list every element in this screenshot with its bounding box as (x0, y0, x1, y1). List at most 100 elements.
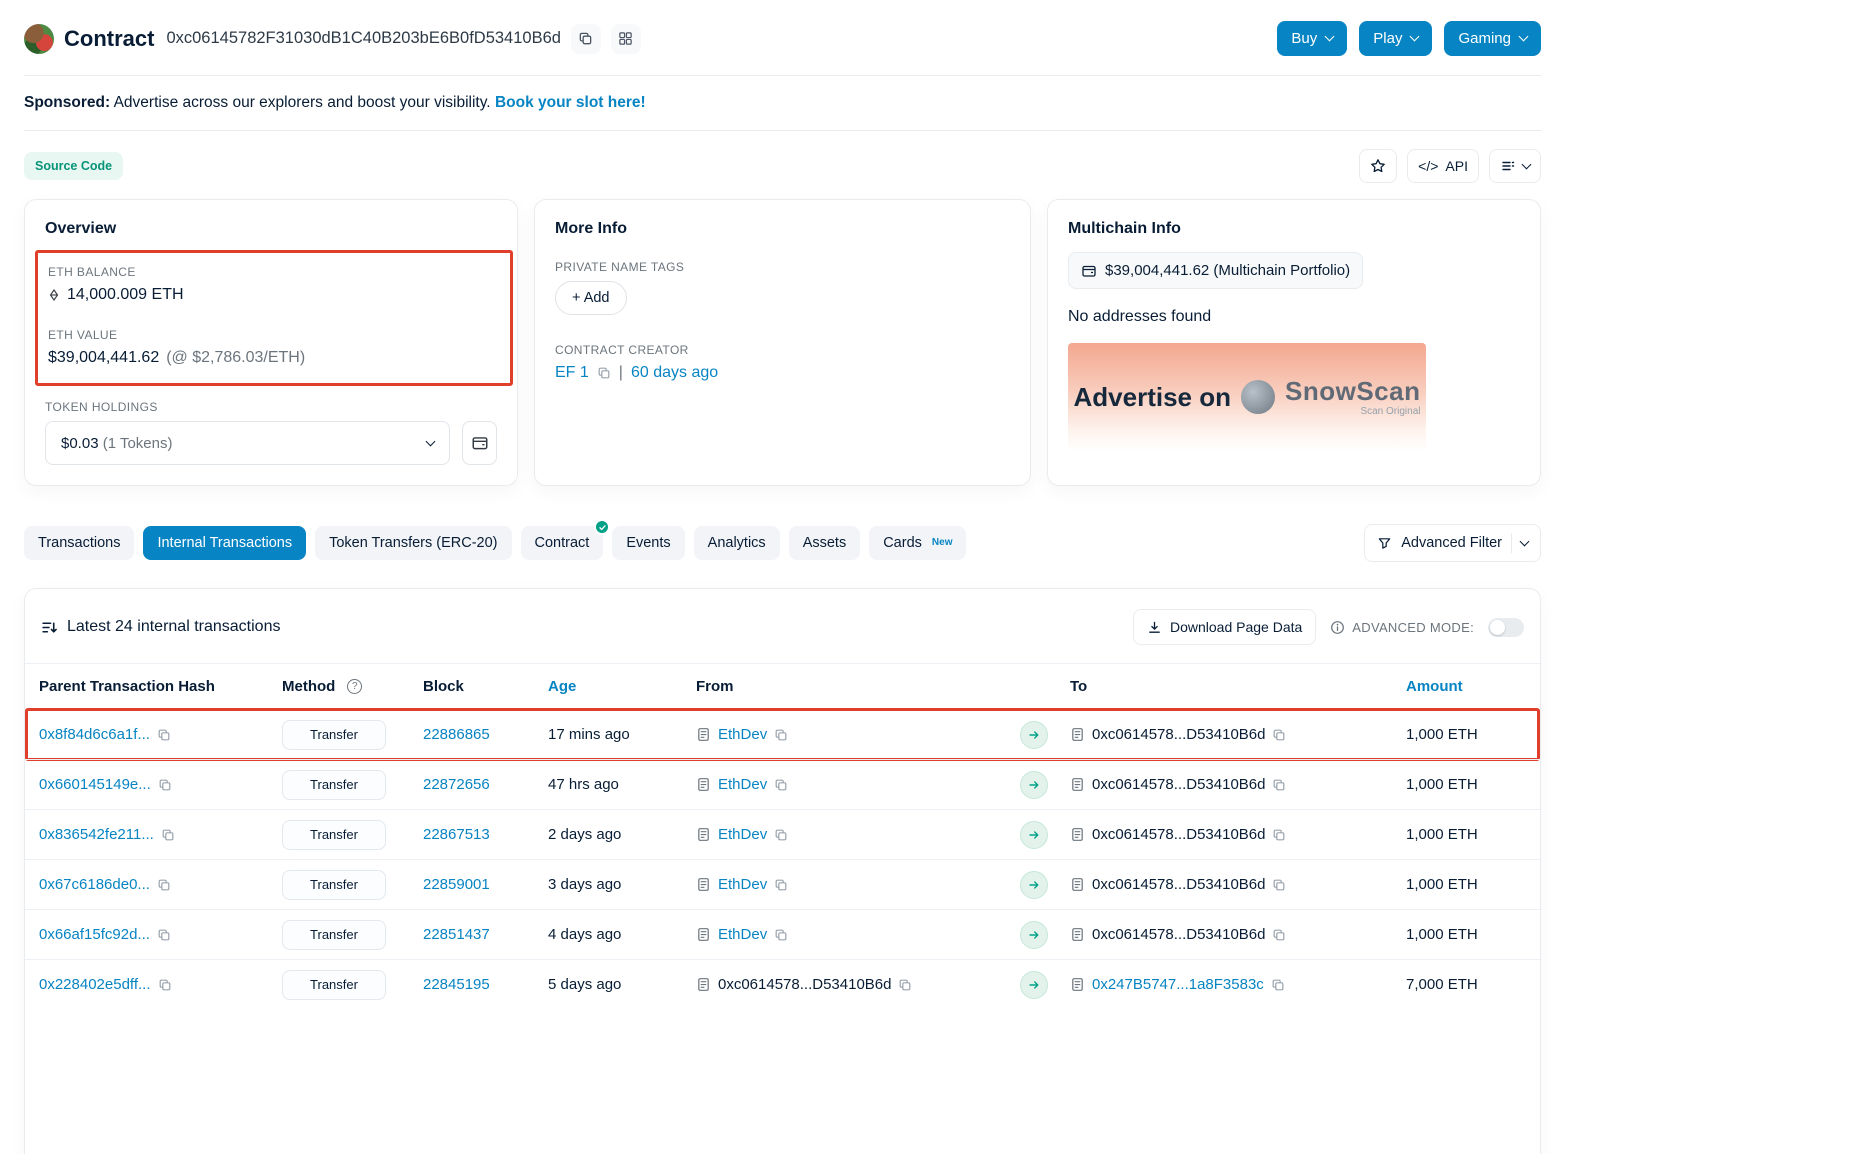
from-link[interactable]: EthDev (718, 826, 767, 843)
eth-balance-label: ETH BALANCE (48, 265, 500, 279)
tx-hash-link[interactable]: 0x8f84d6c6a1f... (39, 726, 150, 743)
copy-icon[interactable] (1272, 878, 1286, 892)
question-icon[interactable] (347, 679, 362, 694)
amount-value: 1,000 ETH (1406, 926, 1526, 943)
method-badge[interactable]: Transfer (282, 920, 386, 950)
source-code-badge[interactable]: Source Code (24, 152, 123, 180)
amount-value: 1,000 ETH (1406, 776, 1526, 793)
copy-icon[interactable] (774, 928, 788, 942)
tx-hash-link[interactable]: 0x660145149e... (39, 776, 151, 793)
ad-banner[interactable]: Advertise on SnowScan Scan Original (1068, 343, 1426, 451)
tx-hash-link[interactable]: 0x67c6186de0... (39, 876, 150, 893)
book-slot-link[interactable]: Book your slot here! (495, 94, 646, 111)
amount-value: 1,000 ETH (1406, 876, 1526, 893)
from-link[interactable]: EthDev (718, 926, 767, 943)
block-link[interactable]: 22867513 (423, 826, 490, 843)
tab-events[interactable]: Events (612, 526, 684, 560)
qr-code-button[interactable] (611, 24, 641, 54)
chevron-down-icon (1519, 32, 1529, 42)
contract-icon (696, 827, 711, 842)
creation-tx-link[interactable]: 60 days ago (631, 364, 718, 382)
creator-link[interactable]: EF 1 (555, 364, 589, 382)
tab-cards[interactable]: Cards New (869, 526, 966, 560)
ad-title: Advertise on (1074, 382, 1232, 413)
advanced-mode-toggle[interactable] (1488, 618, 1524, 637)
method-badge[interactable]: Transfer (282, 720, 386, 750)
copy-icon[interactable] (774, 878, 788, 892)
to-link[interactable]: 0x247B5747...1a8F3583c (1092, 976, 1264, 993)
ad-brand: SnowScan (1285, 378, 1420, 404)
wallet-icon (1081, 263, 1097, 279)
advanced-filter-label: Advanced Filter (1401, 535, 1502, 551)
from-link[interactable]: EthDev (718, 726, 767, 743)
buy-button[interactable]: Buy (1277, 21, 1347, 56)
from-link[interactable]: EthDev (718, 776, 767, 793)
tx-hash-link[interactable]: 0x66af15fc92d... (39, 926, 150, 943)
copy-icon[interactable] (898, 978, 912, 992)
copy-icon[interactable] (1272, 778, 1286, 792)
copy-icon[interactable] (1271, 978, 1285, 992)
tx-hash-link[interactable]: 0x836542fe211... (39, 826, 154, 843)
copy-icon[interactable] (1272, 828, 1286, 842)
gaming-label: Gaming (1458, 30, 1511, 47)
copy-icon[interactable] (774, 778, 788, 792)
view-options-button[interactable] (1489, 149, 1541, 183)
copy-icon[interactable] (161, 828, 175, 842)
tab-assets[interactable]: Assets (789, 526, 861, 560)
tab-contract[interactable]: Contract (521, 526, 604, 560)
copy-icon[interactable] (774, 728, 788, 742)
block-link[interactable]: 22851437 (423, 926, 490, 943)
block-link[interactable]: 22872656 (423, 776, 490, 793)
tab-token-transfers[interactable]: Token Transfers (ERC-20) (315, 526, 511, 560)
download-page-data-button[interactable]: Download Page Data (1133, 609, 1316, 645)
tab-analytics[interactable]: Analytics (694, 526, 780, 560)
block-link[interactable]: 22886865 (423, 726, 490, 743)
contract-icon (1070, 927, 1085, 942)
copy-icon[interactable] (1272, 928, 1286, 942)
tab-transactions[interactable]: Transactions (24, 526, 134, 560)
tabs-row: Transactions Internal Transactions Token… (24, 524, 1541, 562)
method-badge[interactable]: Transfer (282, 770, 386, 800)
from-link[interactable]: EthDev (718, 876, 767, 893)
wallet-button[interactable] (462, 421, 497, 465)
copy-icon (578, 31, 593, 46)
favorite-button[interactable] (1359, 149, 1397, 183)
col-amount[interactable]: Amount (1406, 678, 1526, 695)
download-label: Download Page Data (1170, 619, 1302, 635)
internal-transactions-table: Latest 24 internal transactions Download… (24, 588, 1541, 1154)
method-badge[interactable]: Transfer (282, 870, 386, 900)
block-link[interactable]: 22859001 (423, 876, 490, 893)
copy-icon[interactable] (157, 728, 171, 742)
eth-icon (48, 289, 60, 301)
token-holdings-dropdown[interactable]: $0.03 (1 Tokens) (45, 421, 450, 465)
page-header: Contract 0xc06145782F31030dB1C40B203bE6B… (24, 0, 1541, 76)
sort-icon[interactable] (41, 619, 58, 636)
copy-icon[interactable] (1272, 728, 1286, 742)
to-address: 0xc0614578...D53410B6d (1092, 776, 1265, 793)
tab-internal-transactions[interactable]: Internal Transactions (143, 526, 306, 560)
sponsored-label: Sponsored: (24, 94, 110, 111)
in-arrow-icon (1020, 821, 1048, 849)
add-name-tag-button[interactable]: + Add (555, 281, 627, 315)
ad-subtitle: Scan Original (1360, 407, 1420, 417)
api-button[interactable]: </>API (1407, 149, 1479, 183)
copy-icon[interactable] (157, 928, 171, 942)
to-address: 0xc0614578...D53410B6d (1092, 726, 1265, 743)
play-button[interactable]: Play (1359, 21, 1432, 56)
funnel-icon (1377, 536, 1392, 551)
col-age-sort[interactable]: Age (548, 678, 696, 695)
copy-creator-button[interactable] (597, 366, 611, 380)
method-badge[interactable]: Transfer (282, 970, 386, 1000)
tx-hash-link[interactable]: 0x228402e5dff... (39, 976, 151, 993)
copy-icon[interactable] (157, 878, 171, 892)
copy-icon[interactable] (158, 978, 172, 992)
gaming-button[interactable]: Gaming (1444, 21, 1541, 56)
token-count: (1 Tokens) (103, 435, 173, 452)
multichain-portfolio-badge[interactable]: $39,004,441.62 (Multichain Portfolio) (1068, 252, 1363, 289)
advanced-filter-button[interactable]: Advanced Filter (1364, 524, 1541, 562)
copy-icon[interactable] (158, 778, 172, 792)
copy-address-button[interactable] (571, 24, 601, 54)
block-link[interactable]: 22845195 (423, 976, 490, 993)
method-badge[interactable]: Transfer (282, 820, 386, 850)
copy-icon[interactable] (774, 828, 788, 842)
